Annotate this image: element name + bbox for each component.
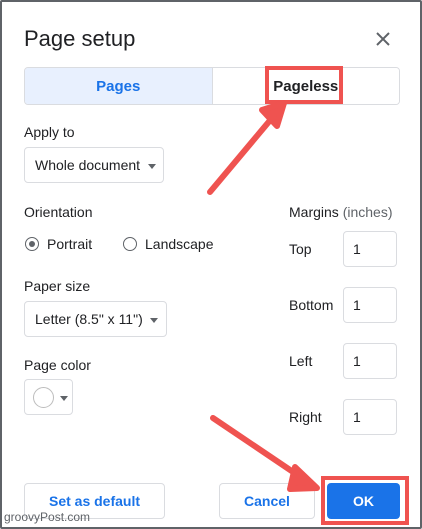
arrow-down-icon [210,415,320,492]
annotation-arrows [207,100,320,492]
watermark: groovyPost.com [4,510,91,524]
arrow-up-icon [207,100,287,195]
